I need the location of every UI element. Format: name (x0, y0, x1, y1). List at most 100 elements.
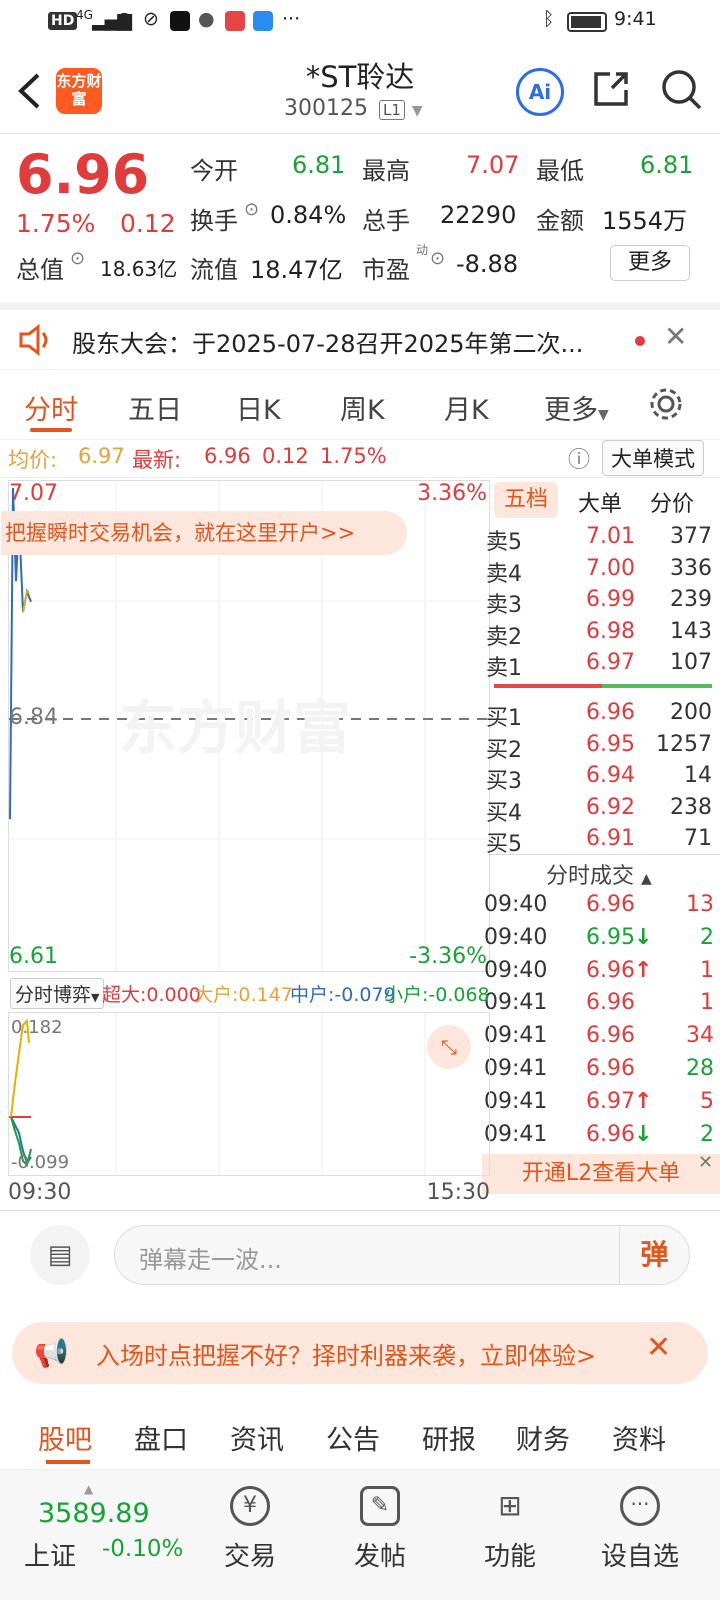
big-order-mode-button[interactable]: 大单模式 (602, 440, 704, 476)
last-price: 6.96 (16, 143, 150, 206)
expand-icon[interactable]: ⤡ (427, 1025, 471, 1069)
ask-row: 卖1 6.97 107 (486, 650, 720, 682)
level-volume: 71 (684, 826, 712, 851)
l2-upgrade-banner[interactable]: 开通L2查看大单 (482, 1154, 720, 1194)
latest-label: 最新: (132, 448, 182, 472)
tab-research[interactable]: 研报 (422, 1418, 476, 1457)
unread-dot (635, 336, 645, 346)
close-icon[interactable]: ✕ (698, 1152, 713, 1173)
float-cap-label: 流值 (190, 256, 238, 284)
indicator-selector[interactable]: 分时博弈▼ (10, 978, 105, 1009)
nav-add-watchlist[interactable]: ··· 设自选 (590, 1486, 690, 1573)
level-price: 6.96 (586, 700, 635, 725)
trade-price: 6.96 (586, 1023, 635, 1049)
yuan-icon: ¥ (230, 1486, 270, 1526)
settings-gear-icon[interactable] (648, 386, 684, 422)
stock-code-selector[interactable]: 300125 L1 ▼ (284, 96, 423, 121)
ai-assistant-button[interactable]: Ai (516, 68, 564, 116)
level-price: 6.97 (586, 650, 635, 675)
trade-time: 09:41 (484, 1023, 548, 1049)
tab-weekly-k[interactable]: 周K (340, 388, 385, 427)
content-tabs: 股吧 盘口 资讯 公告 研报 财务 资料 (0, 1398, 720, 1470)
level-price: 7.00 (586, 555, 635, 581)
tab-five-day[interactable]: 五日 (128, 388, 182, 427)
open-account-banner[interactable]: 把握瞬时交易机会，就在这里开户>> (1, 511, 407, 555)
indicator-legend: 分时博弈▼ 超大:0.000 大户:0.147 中户:-0.079 小户:-0.… (8, 974, 490, 1010)
index-value: 3589.89 (38, 1498, 150, 1529)
level-price: 6.95 (586, 731, 635, 757)
network-4g-icon: 4G (76, 8, 93, 22)
tab-daily-k[interactable]: 日K (236, 388, 281, 427)
trades-title[interactable]: 分时成交 ▲ (546, 858, 652, 890)
tab-profile[interactable]: 资料 (612, 1418, 666, 1457)
bid-row: 买3 6.94 14 (486, 763, 720, 795)
weather-app-icon (253, 11, 273, 31)
search-icon[interactable] (660, 68, 704, 112)
avg-price-label: 均价: (8, 448, 58, 472)
active-tab-indicator (46, 1460, 90, 1464)
super-large-value: 超大:0.000 (102, 984, 201, 1006)
tab-five-levels[interactable]: 五档 (494, 482, 558, 518)
tab-financials[interactable]: 财务 (516, 1418, 570, 1457)
bottom-nav: ▲ 3589.89 上证 -0.10% ¥ 交易 ✎ 发帖 ⊞ 功能 ··· 设… (0, 1470, 720, 1600)
trade-price: 6.95 (586, 924, 635, 950)
level-label: 卖4 (486, 561, 522, 587)
indicator-chart[interactable]: 0.182 -0.099 ⤡ (8, 1012, 490, 1176)
tab-big-orders[interactable]: 大单 (578, 486, 622, 518)
trade-row: 09:41 6.96 1 (484, 990, 720, 1023)
tab-monthly-k[interactable]: 月K (444, 388, 489, 427)
promo-banner[interactable]: 📢 入场时点把握不好？择时利器来袭，立即体验> ✕ (12, 1322, 708, 1384)
tab-price-distribution[interactable]: 分价 (650, 486, 694, 518)
trade-row: 09:41 6.96 34 (484, 1023, 720, 1056)
stock-header: 东方财富 *ST聆达 300125 L1 ▼ Ai (0, 44, 720, 134)
avg-price-value: 6.97 (78, 444, 125, 468)
tab-news[interactable]: 资讯 (230, 1418, 284, 1457)
tab-intraday[interactable]: 分时 (24, 388, 78, 427)
danmu-input[interactable]: 弹幕走一波... 弹 (114, 1225, 690, 1285)
close-icon[interactable]: ✕ (646, 1330, 671, 1365)
level-volume: 14 (684, 763, 712, 788)
active-tab-indicator (30, 428, 72, 432)
trade-time: 09:41 (484, 1056, 548, 1081)
trade-volume: 13 (686, 892, 714, 917)
tab-announcements[interactable]: 公告 (326, 1418, 380, 1457)
volume-value: 22290 (440, 201, 517, 229)
tab-forum[interactable]: 股吧 (38, 1418, 92, 1457)
level-price: 6.94 (586, 763, 635, 788)
tab-orderbook[interactable]: 盘口 (134, 1418, 188, 1457)
announcement-bar[interactable]: 股东大会：于2025-07-28召开2025年第二次... ✕ (0, 302, 720, 370)
more-notifications-icon: ··· (282, 8, 301, 30)
chevron-up-icon: ▲ (84, 1482, 94, 1496)
close-icon[interactable]: ✕ (664, 320, 687, 353)
nav-functions[interactable]: ⊞ 功能 (460, 1486, 560, 1573)
open-value: 6.81 (292, 151, 346, 179)
info-icon[interactable]: ⊙ (430, 248, 445, 269)
more-quote-button[interactable]: 更多 (610, 245, 690, 281)
nav-trade[interactable]: ¥ 交易 (200, 1486, 300, 1573)
turnover-label: 换手 (190, 207, 238, 235)
send-danmu-button[interactable]: 弹 (619, 1226, 689, 1284)
trade-time: 09:41 (484, 1121, 548, 1147)
info-icon[interactable]: ⊙ (244, 199, 259, 220)
nav-functions-label: 功能 (483, 1542, 536, 1572)
nav-post[interactable]: ✎ 发帖 (330, 1486, 430, 1573)
help-icon[interactable]: ⓘ (568, 442, 590, 474)
axis-bottom-percent: -3.36% (409, 944, 487, 969)
level-label: 卖3 (486, 593, 522, 618)
level-label: 卖5 (486, 530, 522, 555)
intraday-chart[interactable]: 东方财富 7.07 3.36% 6.84 6.61 -3.36% 把握瞬时交易机… (1, 480, 490, 972)
grid-icon: ⊞ (498, 1489, 522, 1522)
ask-row: 卖2 6.98 143 (486, 619, 720, 651)
small-value: 小户:-0.068 (384, 984, 490, 1006)
info-icon[interactable]: ⊙ (70, 248, 85, 269)
index-ticker[interactable]: ▲ 3589.89 上证 -0.10% (20, 1482, 183, 1586)
danmu-settings-icon[interactable]: ▤ (30, 1225, 90, 1285)
chart-tabs: 分时 五日 日K 周K 月K 更多▼ (0, 372, 720, 440)
trade-row: 09:40 6.95 ↓ 2 (484, 924, 720, 958)
level-volume: 200 (670, 700, 712, 725)
share-icon[interactable] (590, 68, 632, 110)
status-bar: HD 4G ▂▄▆ ◠ ⊘ ● ··· ᛒ 9:41 (0, 0, 720, 44)
blocked-icon: ⊘ (143, 8, 159, 30)
trade-volume: 2 (700, 924, 714, 950)
tab-more[interactable]: 更多▼ (544, 388, 609, 427)
